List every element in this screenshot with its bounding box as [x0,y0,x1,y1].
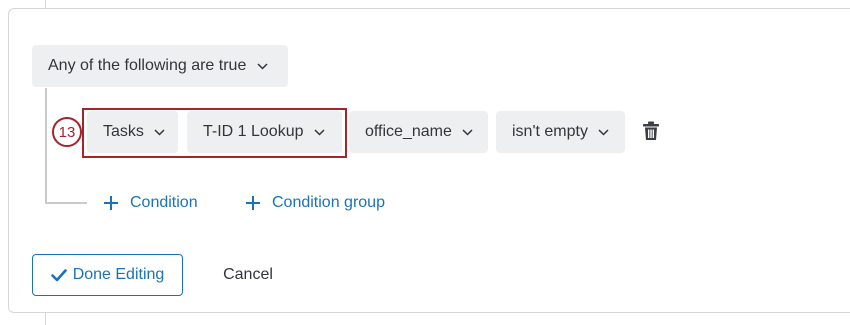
chevron-down-icon [462,126,474,138]
frame-stub-top [45,0,46,8]
add-condition-label: Condition [130,194,198,211]
source-label: Tasks [103,123,144,140]
plus-icon [104,196,118,210]
add-condition-group-button[interactable]: Condition group [246,192,385,214]
frame-stub-bottom [45,313,46,325]
group-logic-label: Any of the following are true [48,57,247,74]
field-dropdown[interactable]: office_name [349,111,488,153]
done-editing-button[interactable]: Done Editing [32,254,183,296]
step-number-badge: 13 [52,117,82,147]
plus-icon [246,196,260,210]
chevron-down-icon [256,60,268,72]
chevron-down-icon [314,126,326,138]
lookup-dropdown[interactable]: T-ID 1 Lookup [187,111,342,153]
done-editing-label: Done Editing [72,266,165,283]
operator-dropdown[interactable]: isn't empty [496,111,625,153]
operator-label: isn't empty [512,123,588,140]
field-label: office_name [365,123,452,140]
chevron-down-icon [154,126,165,138]
add-condition-group-label: Condition group [272,194,385,211]
tree-connector-horizontal [45,202,87,204]
delete-condition-icon[interactable] [642,121,660,141]
checkmark-icon [50,268,67,282]
cancel-button[interactable]: Cancel [210,254,286,296]
add-condition-button[interactable]: Condition [104,192,198,214]
source-dropdown[interactable]: Tasks [87,111,178,153]
group-logic-dropdown[interactable]: Any of the following are true [32,45,288,87]
tree-connector-vertical [45,88,47,204]
lookup-label: T-ID 1 Lookup [203,123,304,140]
chevron-down-icon [598,126,610,138]
